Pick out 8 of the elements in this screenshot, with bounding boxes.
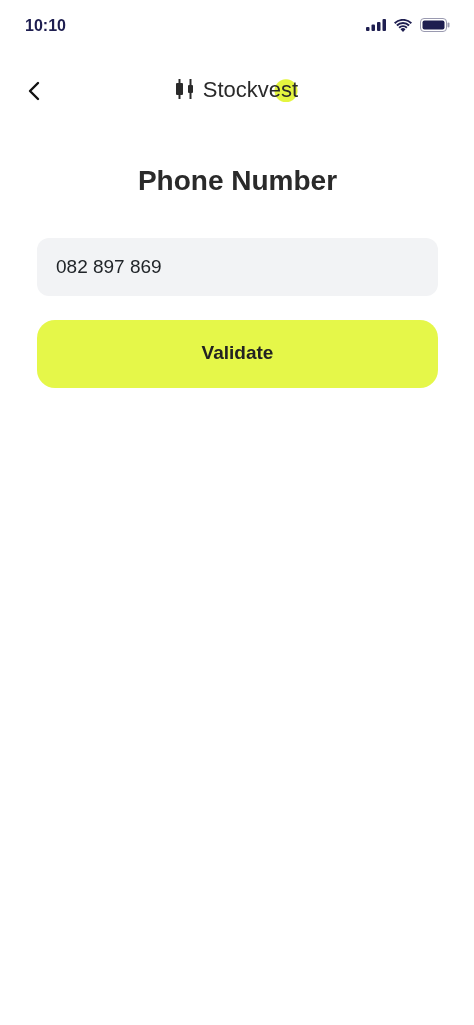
wifi-icon (394, 18, 412, 32)
phone-input[interactable]: 082 897 869 (37, 237, 438, 296)
validate-button[interactable]: Validate (37, 319, 438, 388)
signal-icon (366, 19, 386, 31)
status-time: 10:10 (25, 16, 66, 36)
page-title: Phone Number (136, 164, 339, 198)
candlestick-icon (175, 79, 195, 99)
battery-icon (420, 18, 450, 32)
